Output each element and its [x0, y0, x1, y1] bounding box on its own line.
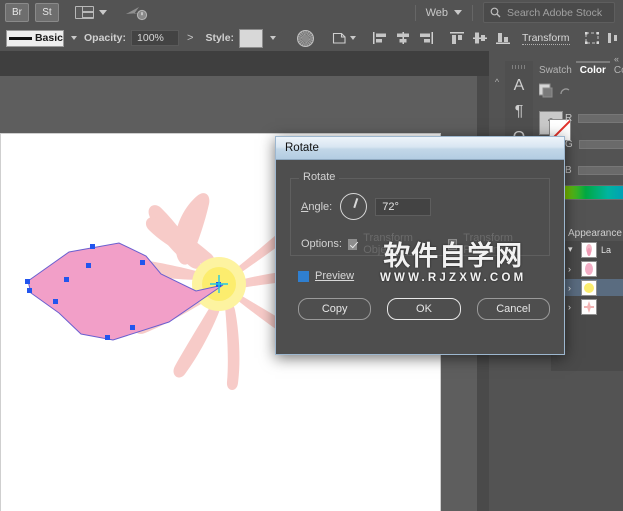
slider-b[interactable]	[577, 166, 623, 175]
brush-label: Basic	[34, 32, 63, 44]
brush-definition-selector[interactable]: Basic	[6, 29, 64, 47]
search-adobe-stock-input[interactable]: Search Adobe Stock	[483, 2, 615, 23]
dialog-title: Rotate	[285, 142, 319, 154]
transform-patterns-checkbox[interactable]	[448, 238, 458, 250]
search-placeholder-text: Search Adobe Stock	[507, 6, 603, 19]
style-label: Style:	[205, 32, 235, 44]
opacity-value: 100%	[137, 32, 164, 44]
paragraph-panel-icon[interactable]: ¶	[515, 103, 524, 121]
color-channel-g[interactable]: G	[565, 139, 623, 150]
transform-objects-label: Transform Objects	[363, 232, 413, 256]
dialog-title-bar[interactable]: Rotate	[276, 137, 564, 160]
slider-g[interactable]	[578, 140, 623, 149]
path-thumbnail-rose	[581, 298, 597, 315]
dialog-button-row: Copy OK Cancel	[298, 298, 550, 320]
application-bar: Br St Web Search Adobe Stock	[0, 0, 623, 26]
align-horizontal-center-icon[interactable]	[395, 31, 410, 45]
shape-options-icon	[332, 32, 346, 44]
preview-label: Preview	[315, 270, 355, 282]
channel-label-b: B	[565, 165, 572, 176]
color-panel-tabs: Swatch Color Co	[535, 61, 623, 79]
rotate-section-legend: Rotate	[299, 171, 340, 183]
align-left-icon[interactable]	[372, 31, 387, 45]
angle-value: 72°	[382, 200, 399, 213]
stock-button[interactable]: St	[35, 3, 59, 22]
shape-options-button[interactable]	[332, 31, 357, 45]
fill-stroke-group[interactable]	[538, 83, 573, 102]
angle-row: Angle: 72°	[301, 193, 539, 220]
dialog-body: Rotate Angle: 72° Options: Transform Obj…	[276, 160, 564, 343]
chevron-down-icon	[99, 10, 107, 15]
control-bar: Basic Opacity: 100% > Style: Transform	[0, 25, 623, 52]
chevron-right-icon[interactable]: ›	[568, 264, 576, 274]
tab-appearance[interactable]: Appearance	[563, 225, 623, 242]
expand-panel-chevron-icon[interactable]: ^	[490, 77, 504, 87]
channel-label-g: G	[565, 139, 573, 150]
copy-button[interactable]: Copy	[298, 298, 372, 320]
path-thumbnail-yellow	[581, 279, 597, 296]
transform-panel-button[interactable]: Transform	[522, 32, 570, 45]
search-icon	[490, 7, 501, 18]
ok-button[interactable]: OK	[387, 298, 461, 320]
chevron-right-icon[interactable]: ›	[568, 283, 576, 293]
chevron-down-icon[interactable]	[270, 36, 277, 40]
chevron-down-icon[interactable]: ▾	[568, 244, 576, 255]
canvas-top-area	[0, 51, 489, 76]
graphic-style-swatch[interactable]	[239, 28, 264, 48]
options-label: Options:	[301, 238, 342, 250]
more-options-icon[interactable]	[607, 31, 622, 45]
align-right-icon[interactable]	[418, 31, 434, 45]
workspace-switcher[interactable]: Web	[416, 7, 472, 19]
bridge-button[interactable]: Br	[5, 3, 29, 22]
slider-r[interactable]	[578, 114, 623, 123]
align-top-icon[interactable]	[449, 31, 465, 45]
recolor-artwork-icon[interactable]	[297, 29, 315, 47]
chevron-down-icon[interactable]	[71, 36, 77, 40]
angle-label: Angle:	[301, 200, 333, 213]
chevron-down-icon	[350, 36, 357, 40]
rotate-fieldset: Rotate Angle: 72° Options: Transform Obj…	[290, 171, 550, 256]
preview-checkbox[interactable]	[298, 270, 309, 282]
workspace-label: Web	[425, 6, 448, 19]
transform-patterns-label: Transform Patterns	[463, 232, 513, 256]
illustrator-window: Br St Web Search Adobe Stock Basic Opaci…	[0, 0, 623, 511]
transform-objects-checkbox[interactable]	[347, 238, 358, 250]
panel-grip-icon[interactable]	[512, 65, 526, 69]
tab-color-guide[interactable]: Co	[610, 63, 623, 79]
adobe-stock-sync-icon[interactable]	[125, 4, 149, 22]
opacity-input[interactable]: 100%	[131, 30, 180, 46]
brush-stroke-icon	[9, 36, 32, 40]
tab-color[interactable]: Color	[575, 61, 610, 79]
channel-label-r: R	[565, 113, 573, 124]
cancel-button[interactable]: Cancel	[476, 298, 550, 320]
opacity-expand-arrow[interactable]: >	[187, 32, 193, 44]
tab-swatches[interactable]: Swatch	[535, 63, 576, 79]
distribute-spacing-icon[interactable]	[584, 31, 599, 45]
character-panel-icon[interactable]: A	[514, 77, 525, 95]
color-channel-r[interactable]: R	[565, 113, 623, 124]
preview-row: Preview	[298, 270, 550, 282]
options-row: Options: Transform Objects Transform Pat…	[301, 232, 539, 256]
layer-name: La	[601, 244, 612, 255]
rotate-dialog[interactable]: Rotate Rotate Angle: 72° Options: Transf…	[275, 136, 565, 355]
align-bottom-icon[interactable]	[495, 31, 511, 45]
layer-thumbnail	[581, 241, 597, 258]
angle-dial-icon[interactable]	[340, 193, 368, 220]
angle-input[interactable]: 72°	[375, 197, 432, 216]
path-thumbnail-pink	[581, 260, 597, 277]
arrange-documents-icon	[75, 6, 94, 19]
chevron-down-icon	[454, 10, 462, 15]
opacity-label: Opacity:	[84, 32, 127, 44]
align-vertical-center-icon[interactable]	[472, 31, 488, 45]
divider	[472, 4, 473, 21]
chevron-right-icon[interactable]: ›	[568, 302, 576, 312]
arrange-documents-button[interactable]	[75, 6, 107, 19]
color-channel-b[interactable]: B	[565, 165, 623, 176]
